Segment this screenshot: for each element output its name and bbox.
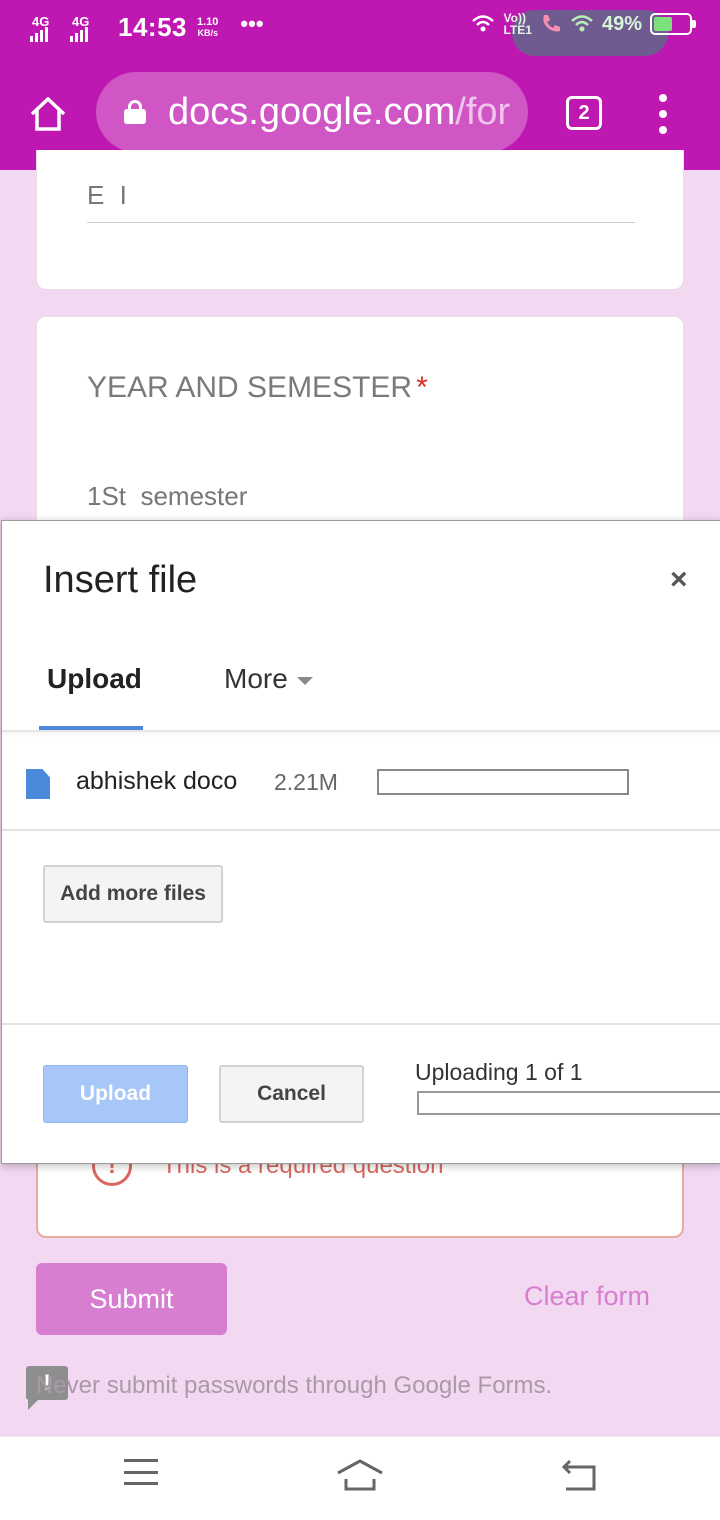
network-speed-unit: KB/s xyxy=(197,27,218,38)
cancel-button[interactable]: Cancel xyxy=(219,1065,364,1123)
file-progress-bar xyxy=(377,769,629,795)
overall-progress-bar xyxy=(417,1091,720,1115)
question-text: YEAR AND SEMESTER xyxy=(87,371,413,404)
phone-call-icon xyxy=(543,15,560,32)
network-speed: 1.10 KB/s xyxy=(197,15,219,39)
system-home-icon[interactable] xyxy=(336,1457,384,1493)
insert-file-dialog: Insert file × Upload More abhishek doco … xyxy=(1,520,720,1164)
previous-answer: E I xyxy=(87,180,131,210)
back-icon[interactable] xyxy=(560,1457,598,1493)
wifi-icon xyxy=(571,15,593,32)
question-title: YEAR AND SEMESTER * xyxy=(87,371,428,405)
signal-sim1-icon: 4G xyxy=(30,14,60,42)
clock: 14:53 xyxy=(118,12,187,42)
lte-label: LTE1 xyxy=(503,23,532,37)
close-icon[interactable]: × xyxy=(670,563,688,597)
battery-icon xyxy=(650,13,696,35)
file-row: abhishek doco 2.21M xyxy=(2,733,720,831)
battery-percent: 49% xyxy=(601,12,642,35)
tabs-divider xyxy=(2,730,720,732)
answer-underline xyxy=(87,222,635,223)
footer-divider xyxy=(2,1023,720,1025)
home-icon[interactable] xyxy=(28,94,68,134)
required-asterisk: * xyxy=(416,371,428,404)
wifi-calling-icon xyxy=(471,15,494,32)
recent-apps-icon[interactable] xyxy=(124,1459,158,1485)
volte-indicator: Vo)) LTE1 xyxy=(504,12,532,36)
network-speed-value: 1.10 xyxy=(197,15,219,28)
address-bar[interactable]: docs.google.com/for xyxy=(96,72,528,152)
submit-button[interactable]: Submit xyxy=(36,1263,227,1335)
answer-text[interactable]: 1St semester xyxy=(87,481,247,512)
upload-button[interactable]: Upload xyxy=(43,1065,188,1123)
file-size: 2.21M xyxy=(274,769,338,795)
url-host: docs.google.com xyxy=(168,90,456,133)
tab-more[interactable]: More xyxy=(224,663,288,695)
chevron-down-icon[interactable] xyxy=(297,677,313,685)
url-text: docs.google.com/for xyxy=(168,91,510,134)
upload-status: Uploading 1 of 1 xyxy=(415,1059,583,1085)
document-icon xyxy=(26,769,50,799)
password-warning-text: Never submit passwords through Google Fo… xyxy=(36,1372,553,1399)
lock-icon xyxy=(124,100,146,124)
overflow-menu-icon[interactable] xyxy=(656,94,670,134)
clear-form-link[interactable]: Clear form xyxy=(524,1281,650,1312)
more-notifications-icon: ••• xyxy=(240,10,264,36)
status-bar: 4G 4G 14:53 1.10 KB/s ••• Vo)) LTE1 49% xyxy=(0,0,720,56)
signal-sim2-icon: 4G xyxy=(70,14,100,42)
tabs-icon[interactable]: 2 xyxy=(566,96,602,130)
file-name: abhishek doco xyxy=(76,767,238,795)
dialog-title: Insert file xyxy=(43,559,198,601)
add-more-files-button[interactable]: Add more files xyxy=(43,865,223,923)
tab-upload[interactable]: Upload xyxy=(47,663,142,695)
url-path: /for xyxy=(455,90,511,133)
system-nav-bar xyxy=(0,1436,720,1520)
previous-question-card: E I xyxy=(36,150,684,290)
